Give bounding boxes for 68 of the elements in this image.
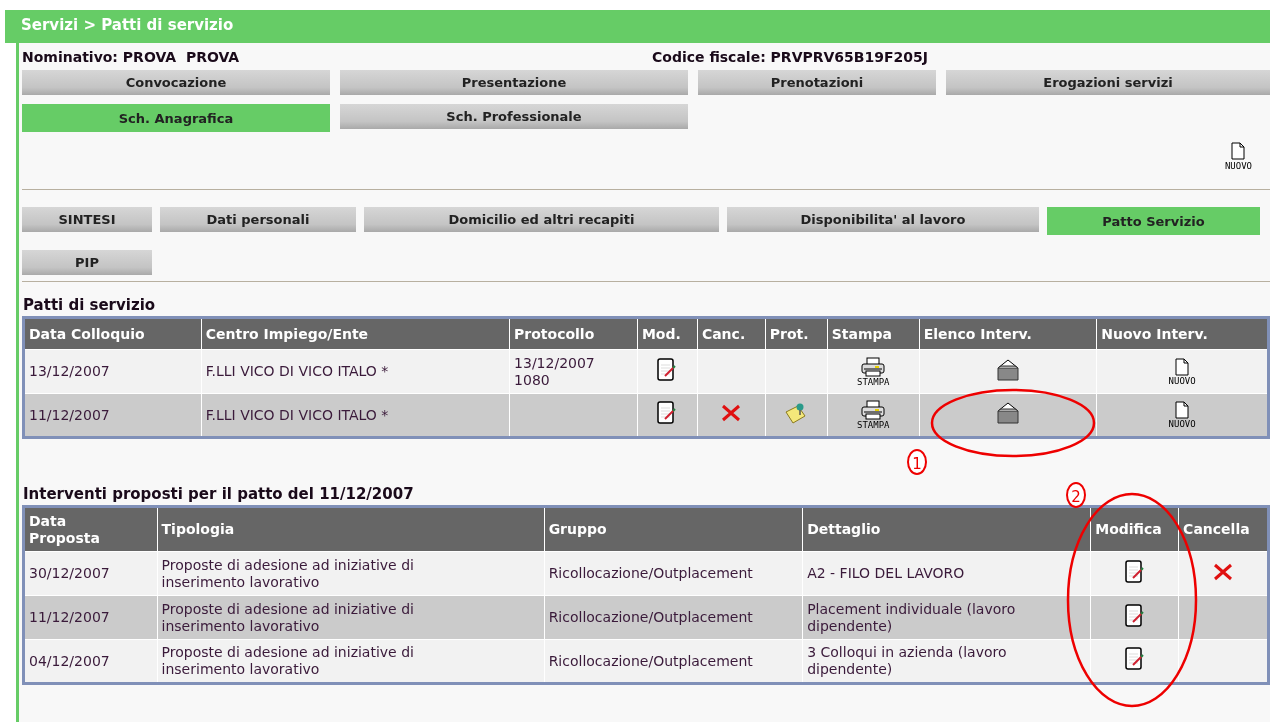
new-button[interactable]: NUOVO	[1224, 142, 1252, 189]
edit-icon[interactable]	[1124, 559, 1145, 584]
section-title: Patti di servizio	[23, 296, 156, 314]
table-cell: 13/12/2007	[23, 349, 202, 394]
table-cell: F.LLI VICO DI VICO ITALO *	[201, 393, 510, 438]
document-icon	[1175, 401, 1190, 419]
edit-icon[interactable]	[1124, 647, 1145, 671]
new-button[interactable]: NUOVO	[1168, 401, 1196, 429]
tab[interactable]: Presentazione	[340, 70, 688, 95]
tab[interactable]: PIP	[22, 250, 152, 275]
table-cell: 11/12/2007	[23, 393, 202, 438]
column-header: Centro Impiego/Ente	[201, 317, 510, 350]
name-value: PROVA PROVA	[122, 48, 240, 65]
column-header: Nuovo Interv.	[1096, 317, 1269, 350]
column-header: Gruppo	[544, 506, 803, 552]
fiscal-code-label: Codice fiscale:	[652, 48, 766, 65]
column-header: Canc.	[697, 317, 766, 350]
tab[interactable]: Convocazione	[22, 70, 330, 95]
edit-icon[interactable]	[657, 401, 678, 425]
breadcrumb-bar: Servizi > Patti di servizio	[5, 10, 1270, 43]
column-header: Tipologia	[157, 506, 545, 552]
new-button[interactable]: NUOVO	[1168, 357, 1196, 386]
folder-icon[interactable]	[995, 357, 1021, 382]
column-header: Cancella	[1178, 506, 1269, 552]
table-cell: 3 Colloqui in azienda (lavoro dipendente)	[802, 639, 1091, 684]
table-cell: 13/12/2007 1080	[509, 349, 638, 394]
table-cell: 11/12/2007	[23, 595, 158, 640]
section-title: Interventi proposti per il patto del 11/12/2007	[23, 485, 414, 503]
table-cell: Ricollocazione/Outplacement	[544, 595, 803, 640]
column-header: Dettaglio	[802, 506, 1091, 552]
tab[interactable]: Patto Servizio	[1047, 207, 1260, 235]
tab[interactable]: Erogazioni servizi	[946, 70, 1270, 95]
column-header: Modifica	[1090, 506, 1179, 552]
column-header: Stampa	[827, 317, 920, 350]
table-cell: A2 - FILO DEL LAVORO	[802, 551, 1091, 596]
fiscal-code-value: PRVPRV65B19F205J	[770, 48, 928, 65]
tab[interactable]: Sch. Anagrafica	[22, 104, 330, 132]
table-cell: Proposte di adesione ad iniziative di inserimento lavorativo	[157, 551, 545, 596]
edit-icon[interactable]	[1124, 603, 1145, 628]
table-cell: Placement individuale (lavoro dipendente)	[802, 595, 1091, 640]
column-header: Prot.	[765, 317, 828, 350]
column-header: Data Colloquio	[23, 317, 202, 350]
column-header: Elenco Interv.	[919, 317, 1097, 350]
tab[interactable]: Disponibilita' al lavoro	[727, 207, 1039, 232]
tab[interactable]: Prenotazioni	[698, 70, 936, 95]
delete-icon[interactable]	[1213, 562, 1234, 581]
table-cell: 30/12/2007	[23, 551, 158, 596]
folder-icon[interactable]	[995, 401, 1021, 425]
column-header: Data Proposta	[23, 506, 158, 552]
tab[interactable]: Dati personali	[160, 207, 356, 232]
document-icon	[1175, 357, 1190, 376]
delete-icon[interactable]	[721, 404, 742, 422]
printer-icon	[860, 400, 887, 420]
table-cell: 04/12/2007	[23, 639, 158, 684]
column-header: Mod.	[637, 317, 698, 350]
column-header: Protocollo	[509, 317, 638, 350]
printer-icon	[860, 356, 887, 377]
table-cell: F.LLI VICO DI VICO ITALO *	[201, 349, 510, 394]
edit-icon[interactable]	[657, 357, 678, 382]
table-cell: Ricollocazione/Outplacement	[544, 551, 803, 596]
table-cell: Proposte di adesione ad iniziative di inserimento lavorativo	[157, 639, 545, 684]
tab[interactable]: SINTESI	[22, 207, 152, 232]
document-icon	[1231, 142, 1246, 160]
table-cell: Ricollocazione/Outplacement	[544, 639, 803, 684]
table-cell: Proposte di adesione ad iniziative di inserimento lavorativo	[157, 595, 545, 640]
tab[interactable]: Domicilio ed altri recapiti	[364, 207, 719, 232]
name-label: Nominativo:	[22, 48, 118, 65]
tab[interactable]: Sch. Professionale	[340, 104, 688, 129]
